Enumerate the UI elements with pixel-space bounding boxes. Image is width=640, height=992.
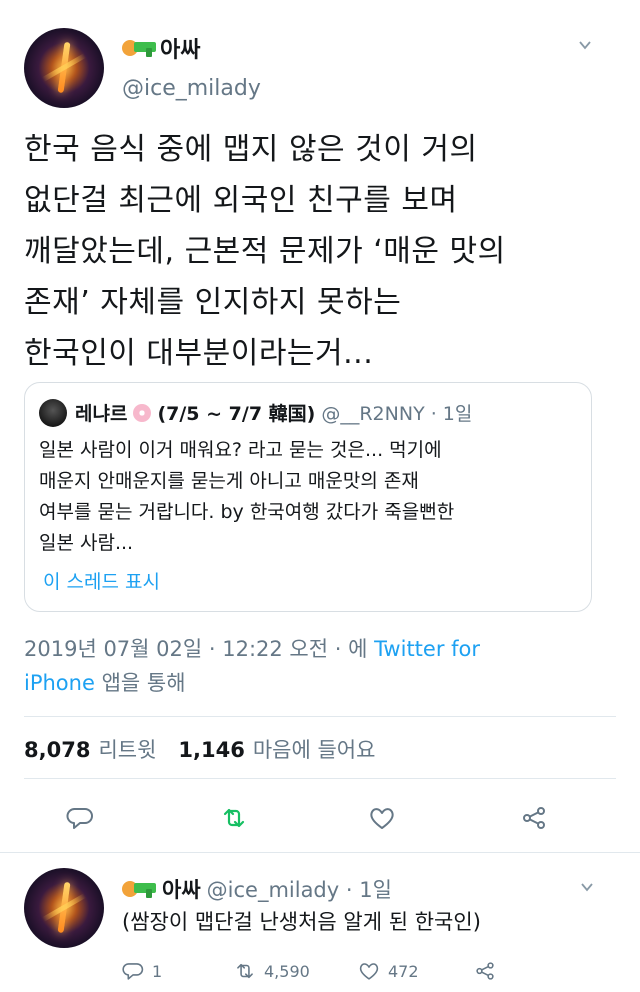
like-count[interactable]: 1,146 xyxy=(178,738,244,762)
reply-share-action[interactable] xyxy=(474,960,496,982)
reply-retweet-count: 4,590 xyxy=(264,961,310,981)
reply-reply-action[interactable]: 1 xyxy=(122,960,234,982)
share-icon[interactable] xyxy=(520,804,548,832)
show-thread-link[interactable]: 이 스레드 표시 xyxy=(43,567,160,594)
source-link[interactable]: Twitter for xyxy=(374,637,480,661)
chevron-down-icon[interactable] xyxy=(578,38,592,52)
user-handle[interactable]: @ice_milady xyxy=(122,76,261,101)
retweet-icon[interactable] xyxy=(220,804,248,832)
retweet-label[interactable]: 리트윗 xyxy=(98,734,156,764)
quoted-handle-time: @__R2NNY · 1일 xyxy=(321,403,473,425)
quoted-text: 일본 사람이 이거 매워요? 라고 묻는 것은... 먹기에 매운지 안매운지를… xyxy=(39,439,455,554)
share-icon[interactable] xyxy=(474,960,496,982)
quoted-name-suffix: (7/5 ~ 7/7 韓国) xyxy=(157,403,316,425)
source-link-2[interactable]: iPhone xyxy=(24,671,95,695)
retweet-icon[interactable] xyxy=(234,960,256,982)
quoted-header: 레냐르 (7/5 ~ 7/7 韓国) @__R2NNY · 1일 xyxy=(75,399,472,426)
source-suffix: 앱을 통해 xyxy=(94,671,186,695)
emoji-icon xyxy=(122,38,156,58)
quoted-display-name: 레냐르 xyxy=(75,403,128,425)
reply-like-count: 472 xyxy=(388,961,419,981)
reply-like-action[interactable]: 472 xyxy=(358,960,474,982)
like-label[interactable]: 마음에 들어요 xyxy=(253,734,376,764)
divider xyxy=(24,716,616,717)
divider xyxy=(0,852,640,853)
reply-avatar[interactable] xyxy=(24,868,104,948)
tweet-stats: 8,078 리트윗 1,146 마음에 들어요 xyxy=(24,734,375,764)
tweet-meta: 2019년 07월 02일 · 12:22 오전 · 에 Twitter for… xyxy=(24,632,604,700)
display-name-row[interactable]: 아싸 xyxy=(122,32,200,64)
display-name[interactable]: 아싸 xyxy=(160,32,200,64)
quoted-tweet[interactable]: 레냐르 (7/5 ~ 7/7 韓国) @__R2NNY · 1일 일본 사람이 … xyxy=(24,382,592,612)
user-avatar[interactable] xyxy=(24,28,104,108)
retweet-count[interactable]: 8,078 xyxy=(24,738,90,762)
reply-handle-time[interactable]: @ice_milady · 1일 xyxy=(207,874,392,904)
like-icon[interactable] xyxy=(368,804,396,832)
reply-actions: 1 4,590 472 xyxy=(122,960,496,982)
blossom-icon xyxy=(133,403,152,422)
quoted-avatar xyxy=(39,399,67,427)
reply-text: (쌈장이 맵단걸 난생처음 알게 된 한국인) xyxy=(122,910,481,934)
reply-header: 아싸 @ice_milady · 1일 xyxy=(122,874,392,904)
like-icon[interactable] xyxy=(358,960,380,982)
reply-icon[interactable] xyxy=(66,804,94,832)
divider xyxy=(24,778,616,779)
reply-icon[interactable] xyxy=(122,960,144,982)
reply-display-name[interactable]: 아싸 xyxy=(162,874,201,904)
reply-count: 1 xyxy=(152,961,163,981)
emoji-icon xyxy=(122,879,156,899)
timestamp: 2019년 07월 02일 · 12:22 오전 · 에 xyxy=(24,637,375,661)
reply-retweet-action[interactable]: 4,590 xyxy=(234,960,358,982)
tweet-text: 한국 음식 중에 맵지 않은 것이 거의 없단걸 최근에 외국인 친구를 보며 … xyxy=(24,132,506,371)
chevron-down-icon[interactable] xyxy=(580,880,594,894)
